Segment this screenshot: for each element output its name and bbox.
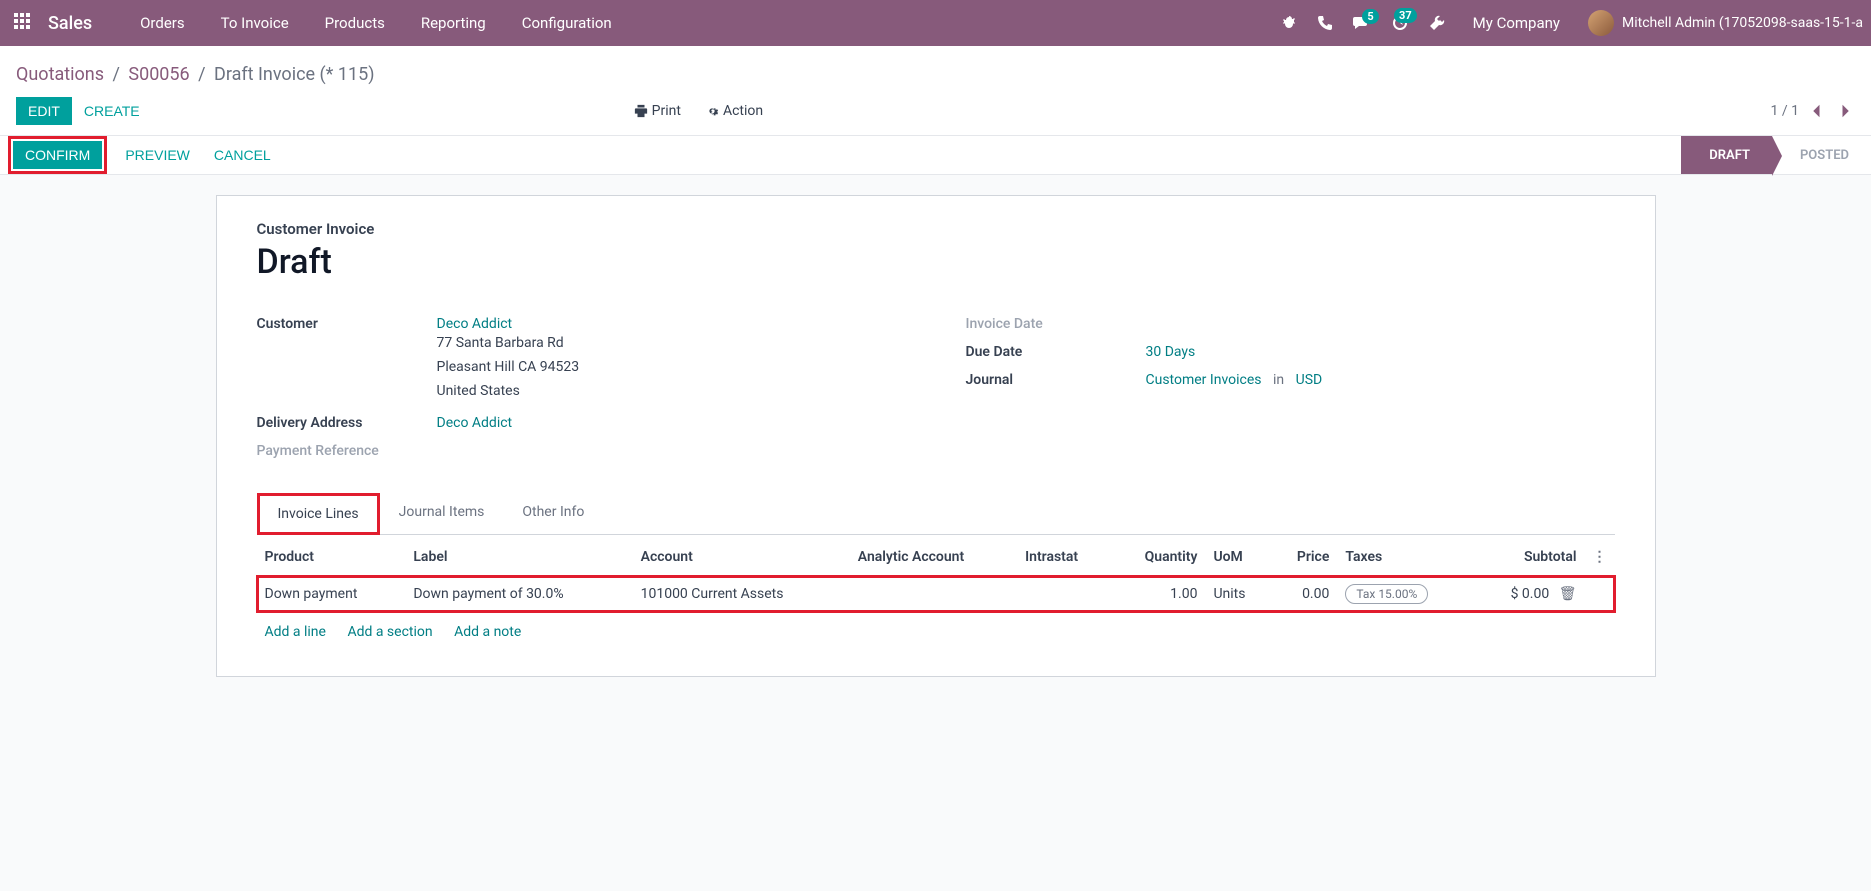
top-nav: Sales Orders To Invoice Products Reporti…: [0, 0, 1871, 46]
pager-next-icon[interactable]: [1835, 101, 1855, 121]
activities-badge: 37: [1394, 8, 1417, 23]
pager-text: 1 / 1: [1771, 103, 1799, 119]
tab-other-info[interactable]: Other Info: [503, 493, 603, 535]
th-quantity: Quantity: [1111, 539, 1205, 576]
th-product: Product: [257, 539, 406, 576]
journal-link[interactable]: Customer Invoices: [1146, 372, 1262, 388]
user-menu[interactable]: Mitchell Admin (17052098-saas-15-1-a: [1578, 10, 1863, 36]
label-customer: Customer: [257, 316, 437, 403]
cell-analytic: [850, 576, 1017, 613]
cell-product: Down payment: [257, 576, 406, 613]
company-selector[interactable]: My Company: [1455, 14, 1578, 32]
preview-button[interactable]: PREVIEW: [113, 136, 202, 174]
status-posted[interactable]: POSTED: [1772, 136, 1871, 174]
columns-kebab-icon[interactable]: ⋮: [1593, 549, 1607, 565]
pager-prev-icon[interactable]: [1807, 101, 1827, 121]
control-panel: Quotations / S00056 / Draft Invoice (* 1…: [0, 46, 1871, 135]
add-section[interactable]: Add a section: [347, 624, 432, 640]
label-payref: Payment Reference: [257, 443, 437, 459]
cell-price: 0.00: [1271, 576, 1337, 613]
customer-addr2: Pleasant Hill CA 94523: [437, 356, 906, 380]
confirm-highlight: CONFIRM: [8, 136, 107, 174]
cell-subtotal: $ 0.00 🗑: [1473, 576, 1585, 613]
label-delivery: Delivery Address: [257, 415, 437, 431]
app-brand[interactable]: Sales: [48, 13, 92, 34]
menu-products[interactable]: Products: [307, 14, 403, 32]
form-sheet: Customer Invoice Draft Customer Deco Add…: [216, 195, 1656, 677]
journal-in: in: [1273, 372, 1284, 388]
activities-icon[interactable]: 37: [1381, 14, 1419, 32]
edit-button[interactable]: EDIT: [16, 97, 72, 125]
phone-icon[interactable]: [1307, 15, 1343, 31]
cancel-button[interactable]: CANCEL: [202, 136, 283, 174]
doc-type: Customer Invoice: [257, 220, 1615, 238]
th-analytic: Analytic Account: [850, 539, 1017, 576]
breadcrumb-current: Draft Invoice (* 115): [214, 64, 374, 85]
breadcrumb-quotations[interactable]: Quotations: [16, 64, 104, 85]
label-invdate: Invoice Date: [966, 316, 1146, 332]
duedate-link[interactable]: 30 Days: [1146, 344, 1196, 360]
doc-title: Draft: [257, 242, 1615, 282]
messages-icon[interactable]: 5: [1343, 15, 1381, 31]
add-line[interactable]: Add a line: [265, 624, 326, 640]
statusbar: CONFIRM PREVIEW CANCEL DRAFT POSTED: [0, 135, 1871, 175]
label-duedate: Due Date: [966, 344, 1146, 360]
th-uom: UoM: [1205, 539, 1271, 576]
sheet-tabs: Invoice Lines Journal Items Other Info: [257, 493, 1615, 535]
cell-label: Down payment of 30.0%: [405, 576, 632, 613]
cell-taxes: Tax 15.00%: [1337, 576, 1472, 613]
th-price: Price: [1271, 539, 1337, 576]
menu-orders[interactable]: Orders: [122, 14, 203, 32]
customer-link[interactable]: Deco Addict: [437, 316, 906, 332]
menu-reporting[interactable]: Reporting: [403, 14, 504, 32]
tax-pill: Tax 15.00%: [1345, 584, 1428, 604]
th-account: Account: [633, 539, 850, 576]
th-intrastat: Intrastat: [1017, 539, 1111, 576]
confirm-button[interactable]: CONFIRM: [13, 141, 102, 169]
journal-currency[interactable]: USD: [1296, 372, 1323, 388]
avatar: [1588, 10, 1614, 36]
debug-icon[interactable]: [1271, 15, 1307, 31]
customer-addr1: 77 Santa Barbara Rd: [437, 332, 906, 356]
tab-invoice-lines[interactable]: Invoice Lines: [257, 493, 380, 535]
breadcrumb: Quotations / S00056 / Draft Invoice (* 1…: [16, 56, 1855, 97]
menu-to-invoice[interactable]: To Invoice: [203, 14, 307, 32]
print-button[interactable]: Print: [634, 103, 681, 119]
action-label: Action: [723, 103, 763, 119]
action-button[interactable]: Action: [705, 103, 763, 119]
delivery-link[interactable]: Deco Addict: [437, 415, 513, 431]
cell-uom: Units: [1205, 576, 1271, 613]
cell-account: 101000 Current Assets: [633, 576, 850, 613]
pager: 1 / 1: [1771, 101, 1855, 121]
apps-grid-icon[interactable]: [14, 13, 34, 33]
customer-addr3: United States: [437, 380, 906, 404]
add-note[interactable]: Add a note: [454, 624, 521, 640]
th-subtotal: Subtotal: [1473, 539, 1585, 576]
menu-configuration[interactable]: Configuration: [504, 14, 630, 32]
breadcrumb-order[interactable]: S00056: [128, 64, 189, 85]
create-button[interactable]: CREATE: [72, 97, 152, 125]
print-label: Print: [652, 103, 681, 119]
status-draft[interactable]: DRAFT: [1681, 136, 1772, 174]
table-row[interactable]: Down payment Down payment of 30.0% 10100…: [257, 576, 1615, 613]
th-label: Label: [405, 539, 632, 576]
label-journal: Journal: [966, 372, 1146, 388]
cell-intrastat: [1017, 576, 1111, 613]
messages-badge: 5: [1362, 9, 1378, 24]
user-label: Mitchell Admin (17052098-saas-15-1-a: [1622, 15, 1863, 31]
tools-icon[interactable]: [1419, 15, 1455, 31]
cell-quantity: 1.00: [1111, 576, 1205, 613]
delete-row-icon[interactable]: 🗑: [1559, 586, 1577, 602]
tab-journal-items[interactable]: Journal Items: [380, 493, 504, 535]
th-taxes: Taxes: [1337, 539, 1472, 576]
invoice-lines-table: Product Label Account Analytic Account I…: [257, 539, 1615, 612]
